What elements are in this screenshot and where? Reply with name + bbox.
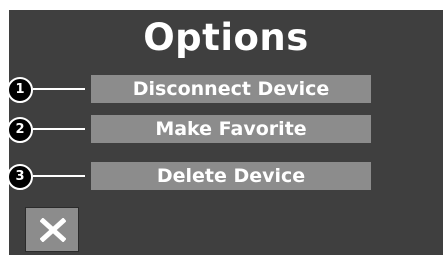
- options-screen: Options Disconnect Device Make Favorite …: [9, 10, 443, 255]
- callout-leader-line-1: [33, 88, 85, 90]
- close-button[interactable]: [25, 207, 79, 252]
- close-icon: [40, 218, 66, 242]
- callout-badge-3: 3: [7, 164, 33, 190]
- callout-badge-2: 2: [7, 117, 33, 143]
- delete-device-button[interactable]: Delete Device: [91, 162, 371, 190]
- callout-badge-1: 1: [7, 77, 33, 103]
- page-title: Options: [143, 16, 309, 59]
- callout-leader-line-2: [33, 128, 85, 130]
- make-favorite-button[interactable]: Make Favorite: [91, 115, 371, 143]
- callout-leader-line-3: [33, 175, 85, 177]
- disconnect-device-button[interactable]: Disconnect Device: [91, 75, 371, 103]
